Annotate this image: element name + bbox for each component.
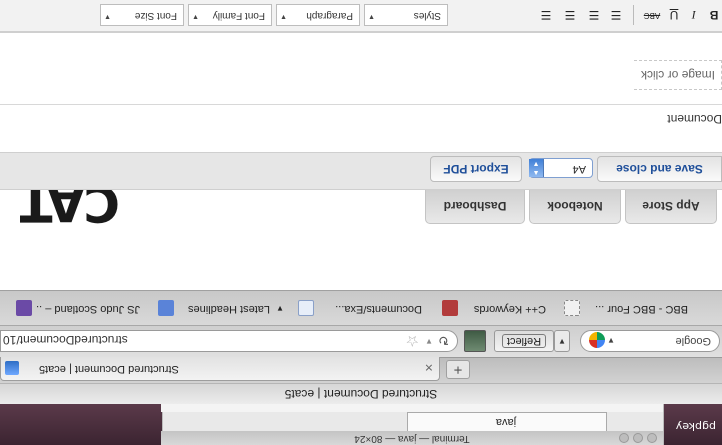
terminal-tab[interactable]: java	[407, 412, 607, 431]
desktop-label: pgpkey	[675, 420, 716, 433]
document-label: Document	[667, 112, 722, 126]
reflect-button[interactable]: Reflect	[494, 330, 554, 352]
window-titlebar[interactable]: Structured Document | ecat5	[0, 383, 722, 404]
bookmark-bbc-four[interactable]: BBC - BBC Four ...	[584, 303, 688, 315]
document-toolbar: Save and close A4 ▲ ▼ Export PDF	[0, 152, 722, 190]
strikethrough-button[interactable]: ABC	[642, 5, 662, 25]
terminal-titlebar[interactable]: Terminal — java — 80×24	[161, 431, 663, 445]
screenshot-stage: pgpkey Terminal — java — 80×24 java Stru…	[0, 0, 722, 445]
cpp-icon	[442, 300, 458, 316]
toolbar-separator	[633, 5, 634, 25]
page-size-select[interactable]: A4 ▲ ▼	[529, 158, 593, 178]
nav-app-store[interactable]: App Store	[625, 190, 717, 224]
chevron-down-icon[interactable]: ▼	[276, 304, 284, 313]
chevron-down-icon: ▼	[280, 13, 287, 20]
editor-toolbar: Styles ▼ Paragraph ▼ Font Family ▼ Font …	[0, 0, 722, 32]
history-dropdown-icon[interactable]: ▼	[425, 337, 433, 346]
align-right-icon[interactable]: ☰	[560, 5, 580, 25]
nav-dashboard[interactable]: Dashboard	[425, 190, 525, 224]
doc-icon	[298, 300, 314, 316]
desktop-background: pgpkey Terminal — java — 80×24 java	[0, 404, 722, 445]
nav-notebook[interactable]: Notebook	[529, 190, 621, 224]
save-and-close-button[interactable]: Save and close	[597, 156, 722, 182]
styles-label: Styles	[413, 10, 441, 21]
window-title: Structured Document | ecat5	[284, 387, 438, 401]
divider	[0, 32, 722, 33]
paragraph-dropdown[interactable]: Paragraph ▼	[276, 4, 360, 26]
bookmark-judo-scotland[interactable]: JS Judo Scotland – ...	[36, 303, 140, 315]
chevron-down-icon: ▼	[368, 13, 375, 20]
rss-icon	[158, 300, 174, 316]
font-size-dropdown[interactable]: Font Size ▼	[100, 4, 184, 26]
tab-close-icon[interactable]: ×	[425, 360, 433, 376]
underline-button[interactable]: U	[664, 5, 684, 25]
chevron-down-icon[interactable]: ▼	[607, 336, 615, 345]
search-input[interactable]: Google ▼	[580, 330, 720, 352]
export-pdf-button[interactable]: Export PDF	[430, 156, 522, 182]
tab-structured-document[interactable]: × Structured Document | ecat5	[0, 357, 440, 381]
styles-dropdown[interactable]: Styles ▼	[364, 4, 448, 26]
font-size-label: Font Size	[134, 10, 177, 21]
favicon-icon	[5, 361, 19, 375]
chevron-down-icon: ▼	[104, 13, 111, 20]
reflect-dropdown-button[interactable]: ▼	[554, 330, 570, 352]
image-drop-zone[interactable]: Image or click	[634, 60, 722, 90]
navigation-bar: Google ▼ ▼ Reflect ↻ ▼ ☆ structuredDocum…	[0, 325, 722, 357]
bookmark-documents[interactable]: Documents/Exa...	[318, 303, 422, 315]
terminal-window[interactable]: Terminal — java — 80×24 java	[161, 404, 664, 445]
align-center-icon[interactable]: ☰	[584, 5, 604, 25]
page-size-value: A4	[572, 163, 586, 175]
tab-bar: + × Structured Document | ecat5	[0, 357, 722, 383]
italic-button[interactable]: I	[684, 5, 704, 25]
align-left-icon[interactable]: ☰	[606, 5, 626, 25]
divider	[0, 104, 722, 105]
addon-icon[interactable]	[464, 330, 486, 352]
paragraph-label: Paragraph	[306, 10, 353, 21]
terminal-title: Terminal — java — 80×24	[354, 433, 470, 444]
font-family-dropdown[interactable]: Font Family ▼	[188, 4, 272, 26]
js-icon	[16, 300, 32, 316]
select-arrows-icon[interactable]: ▲ ▼	[529, 159, 544, 177]
bookmark-cpp-keywords[interactable]: C++ Keywords	[460, 303, 546, 315]
tab-title: Structured Document | ecat5	[39, 363, 179, 375]
terminal-tab-label: java	[495, 416, 517, 428]
app-header: CAT App Store Notebook Dashboard	[0, 174, 722, 290]
bbc-icon	[564, 300, 580, 316]
url-bar[interactable]: ↻ ▼ ☆ structuredDocument/10	[0, 330, 458, 352]
url-text: structuredDocument/10	[3, 333, 128, 347]
terminal-body[interactable]	[161, 404, 663, 412]
chevron-down-icon: ▼	[192, 13, 199, 20]
reload-icon[interactable]: ↻	[438, 332, 449, 348]
font-family-label: Font Family	[212, 10, 265, 21]
bookmarks-toolbar: JS Judo Scotland – ... Latest Headlines …	[0, 290, 722, 325]
google-icon[interactable]	[589, 332, 605, 348]
align-justify-icon[interactable]: ☰	[536, 5, 556, 25]
search-placeholder: Google	[675, 335, 711, 347]
new-tab-button[interactable]: +	[446, 360, 470, 379]
bold-button[interactable]: B	[704, 5, 722, 25]
reflect-label: Reflect	[501, 334, 547, 348]
bookmark-star-icon[interactable]: ☆	[406, 332, 419, 350]
bookmark-latest-headlines[interactable]: Latest Headlines	[178, 303, 270, 315]
